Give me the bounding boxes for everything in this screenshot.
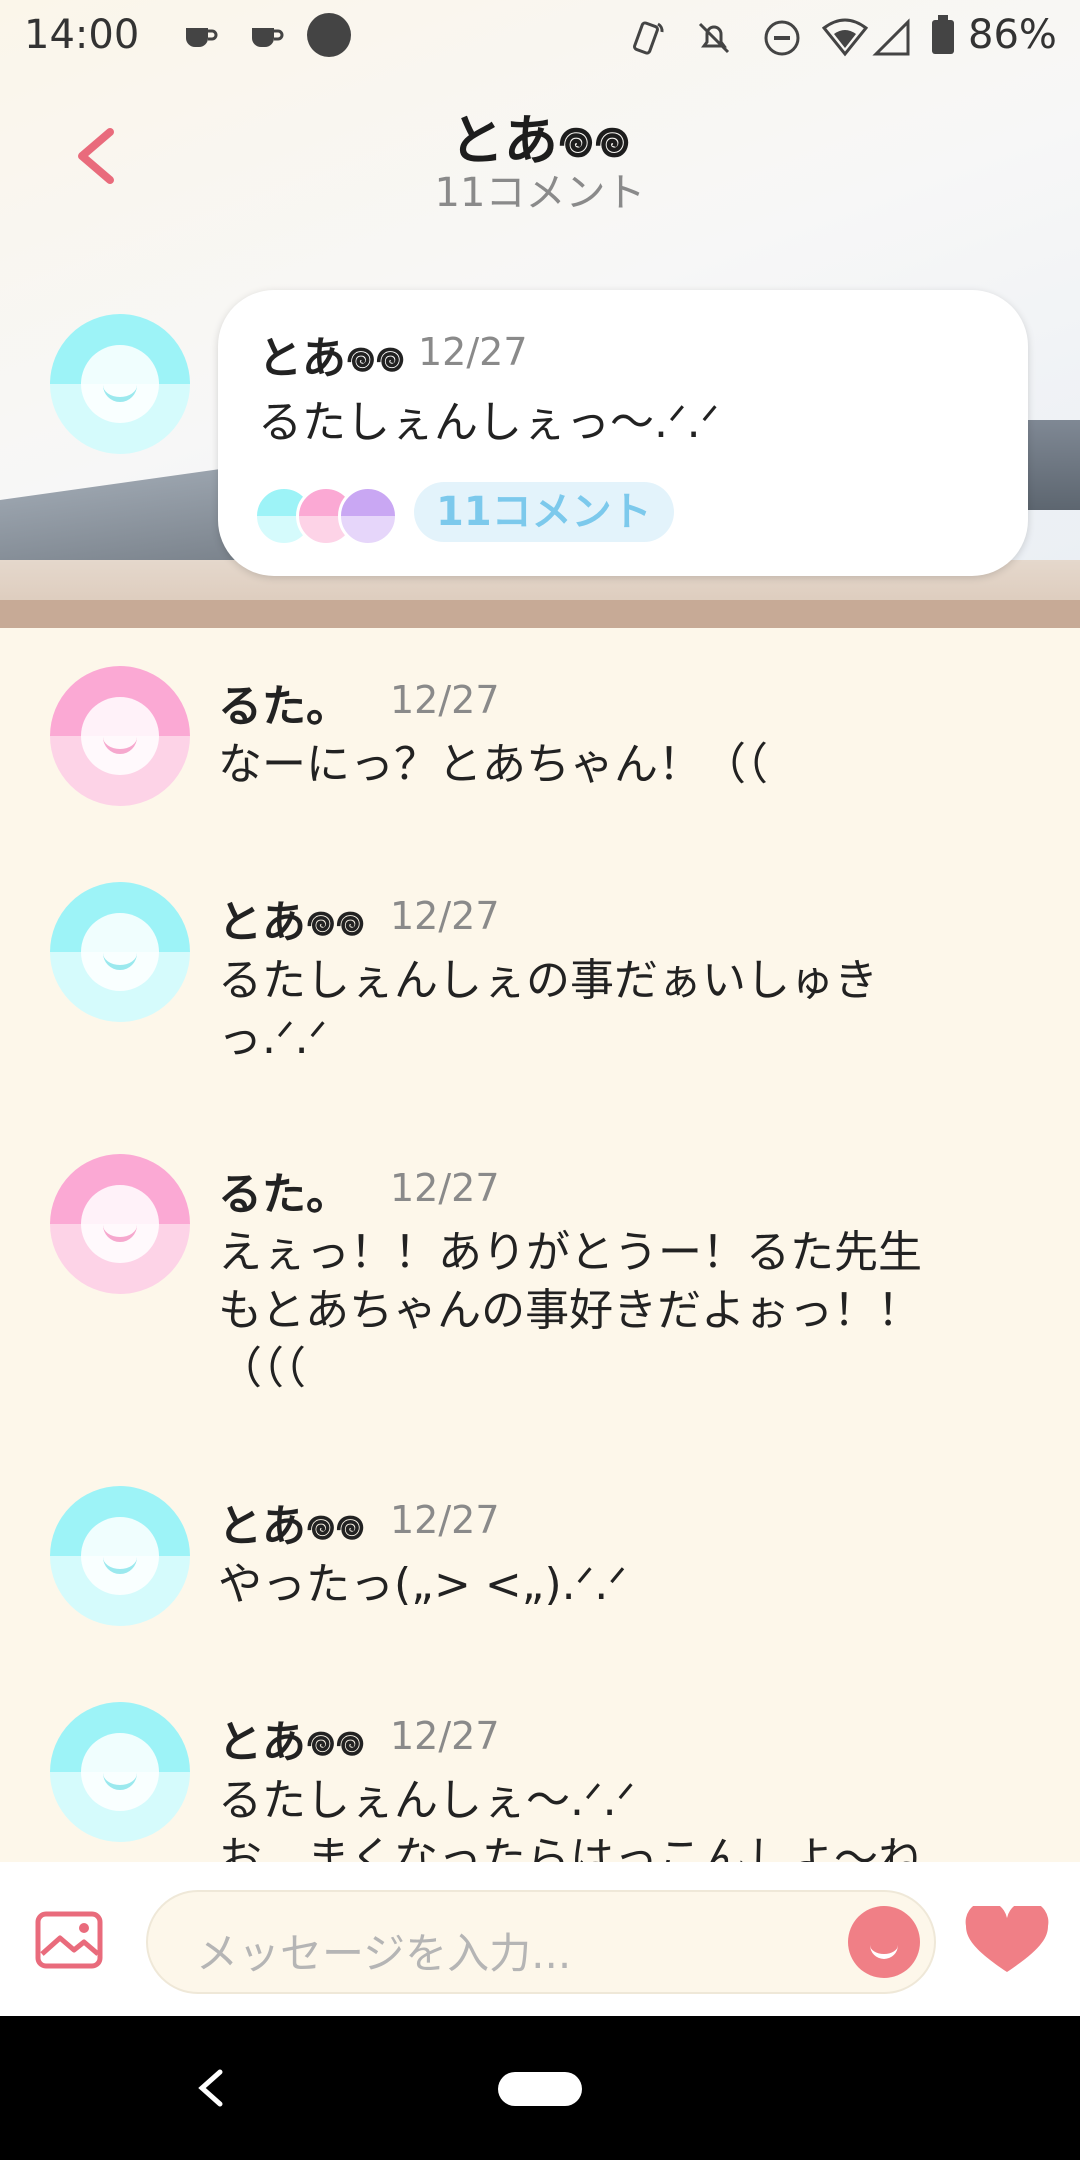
comment-date: 12/27 bbox=[390, 894, 500, 938]
comment-count-chip[interactable]: 11コメント bbox=[414, 482, 674, 542]
post-date: 12/27 bbox=[418, 330, 528, 374]
avatar[interactable] bbox=[50, 666, 190, 806]
commenter-avatar bbox=[338, 486, 398, 546]
nav-back-icon[interactable] bbox=[190, 2060, 230, 2116]
do-not-disturb-icon bbox=[764, 20, 800, 56]
status-time: 14:00 bbox=[24, 12, 140, 58]
cup-icon bbox=[252, 28, 284, 47]
avatar[interactable] bbox=[50, 1702, 190, 1842]
notifications-off-icon bbox=[698, 22, 730, 54]
comment-date: 12/27 bbox=[390, 1166, 500, 1210]
signal-icon bbox=[872, 18, 910, 56]
comment-author: るた。 bbox=[218, 1169, 350, 1220]
battery-icon bbox=[932, 15, 954, 54]
status-bar: 14:00 86% bbox=[0, 0, 1080, 72]
system-nav-bar bbox=[0, 2016, 1080, 2160]
comment-text: るたしぇんしぇの事だぁいしゅき っ.ᐟ.ᐟ bbox=[218, 955, 878, 1064]
avatar[interactable] bbox=[50, 314, 190, 454]
comment-date: 12/27 bbox=[390, 1714, 500, 1758]
message-input[interactable]: メッセージを入力... bbox=[146, 1890, 936, 1994]
dot-icon bbox=[307, 13, 351, 57]
post-bubble: とあ𖦹𖦹 12/27 るたしぇんしぇっ〜.ᐟ.ᐟ 11コメント bbox=[218, 290, 1028, 576]
comment-text: えぇっ！！ありがとうー！るた先生 もとあちゃんの事好きだよぉっ！！ （（（ bbox=[218, 1227, 922, 1394]
comment-author: るた。 bbox=[218, 681, 350, 732]
battery-percent: 86% bbox=[968, 12, 1057, 58]
comment-date: 12/27 bbox=[390, 678, 500, 722]
comment-author: とあ𖦹𖦹 bbox=[218, 1717, 365, 1768]
heart-icon[interactable] bbox=[964, 1906, 1050, 1976]
comment-text: なーにっ？とあちゃん！（（ bbox=[218, 739, 768, 790]
avatar[interactable] bbox=[50, 882, 190, 1022]
phone-vibrate-icon bbox=[633, 21, 664, 55]
avatar[interactable] bbox=[50, 1154, 190, 1294]
nav-home-button[interactable] bbox=[498, 2072, 582, 2106]
comment-text: やったっ(„> <„).ᐟ.ᐟ bbox=[218, 1559, 627, 1610]
comment-date: 12/27 bbox=[390, 1498, 500, 1542]
comment-author: とあ𖦹𖦹 bbox=[218, 1501, 365, 1552]
wifi-icon bbox=[822, 18, 868, 57]
post-author: とあ𖦹𖦹 bbox=[258, 333, 405, 384]
image-attach-icon[interactable] bbox=[34, 1910, 104, 1970]
message-placeholder: メッセージを入力... bbox=[196, 1929, 572, 1978]
comment-count: 11コメント bbox=[434, 170, 646, 216]
cup-icon bbox=[186, 28, 218, 47]
comment-author: とあ𖦹𖦹 bbox=[218, 897, 365, 948]
stamp-button[interactable] bbox=[848, 1906, 920, 1978]
message-input-bar: メッセージを入力... bbox=[0, 1862, 1080, 2016]
post-text: るたしぇんしぇっ〜.ᐟ.ᐟ bbox=[258, 397, 720, 448]
avatar[interactable] bbox=[50, 1486, 190, 1626]
